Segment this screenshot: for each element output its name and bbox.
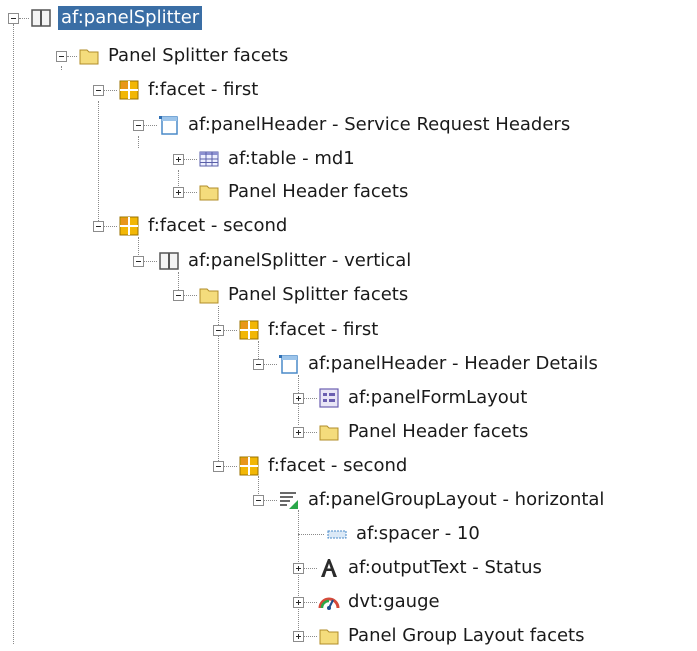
folder-icon <box>198 284 220 306</box>
expand-toggle[interactable] <box>293 393 304 404</box>
node-label: af:outputText - Status <box>348 557 542 578</box>
tree-connector <box>104 90 117 91</box>
tree-connector <box>67 56 77 57</box>
node-label: af:spacer - 10 <box>356 523 480 544</box>
collapse-toggle[interactable] <box>93 221 104 232</box>
tree-node[interactable]: f:facet - second <box>118 212 289 240</box>
tree-node[interactable]: Panel Splitter facets <box>198 281 410 309</box>
tree-node[interactable]: af:panelHeader - Header Details <box>278 350 600 378</box>
tree-connector <box>184 295 197 296</box>
tree-node[interactable]: Panel Header facets <box>318 418 530 446</box>
node-label: af:panelGroupLayout - horizontal <box>308 489 605 510</box>
node-label: f:facet - second <box>268 455 408 476</box>
facet-icon <box>238 319 260 341</box>
collapse-toggle[interactable] <box>93 85 104 96</box>
node-label: Panel Group Layout facets <box>348 625 585 646</box>
tree-connector <box>19 18 29 19</box>
tree-connector <box>144 261 157 262</box>
expand-toggle[interactable] <box>293 597 304 608</box>
expand-toggle[interactable] <box>293 427 304 438</box>
node-label: af:panelFormLayout <box>348 387 528 408</box>
tree-node[interactable]: f:facet - first <box>238 316 380 344</box>
collapse-toggle[interactable] <box>213 325 224 336</box>
folder-icon <box>198 181 220 203</box>
tree-node[interactable]: af:table - md1 <box>198 145 357 173</box>
tree-node[interactable]: Panel Header facets <box>198 178 410 206</box>
collapse-toggle[interactable] <box>253 495 264 506</box>
tree-node[interactable]: Panel Group Layout facets <box>318 622 587 650</box>
tree-node[interactable]: af:panelGroupLayout - horizontal <box>278 486 606 514</box>
tree-connector <box>264 500 277 501</box>
expand-toggle[interactable] <box>293 563 304 574</box>
gauge-icon <box>318 591 340 613</box>
node-label: f:facet - second <box>148 215 288 236</box>
tree-node[interactable]: Panel Splitter facets <box>78 42 290 70</box>
expand-toggle[interactable] <box>173 154 184 165</box>
panel-header-icon <box>158 114 180 136</box>
node-label: af:table - md1 <box>228 148 355 169</box>
tree-node[interactable]: dvt:gauge <box>318 588 442 616</box>
expand-toggle[interactable] <box>173 187 184 198</box>
collapse-toggle[interactable] <box>253 359 264 370</box>
expand-toggle[interactable] <box>293 631 304 642</box>
collapse-toggle[interactable] <box>173 290 184 301</box>
collapse-toggle[interactable] <box>8 13 19 24</box>
facet-icon <box>118 79 140 101</box>
tree-connector <box>224 466 237 467</box>
tree-connector <box>264 364 277 365</box>
node-label: af:panelHeader - Service Request Headers <box>188 114 571 135</box>
node-label: Panel Header facets <box>228 181 409 202</box>
node-label: Panel Header facets <box>348 421 529 442</box>
node-label: f:facet - first <box>268 319 379 340</box>
tree-node[interactable]: af:spacer - 10 <box>326 520 482 548</box>
folder-icon <box>318 421 340 443</box>
tree-connector <box>304 568 317 569</box>
output-text-icon <box>318 557 340 579</box>
tree-connector <box>61 66 62 70</box>
facet-icon <box>238 455 260 477</box>
form-layout-icon <box>318 387 340 409</box>
folder-icon <box>318 625 340 647</box>
component-tree: af:panelSplitter Panel Splitter facets f… <box>0 0 697 651</box>
panel-splitter-icon <box>158 250 180 272</box>
tree-connector <box>104 226 117 227</box>
tree-node[interactable]: af:panelSplitter - vertical <box>158 247 413 275</box>
collapse-toggle[interactable] <box>133 256 144 267</box>
tree-connector <box>298 534 324 535</box>
tree-node-root[interactable]: af:panelSplitter <box>30 4 203 32</box>
table-icon <box>198 148 220 170</box>
tree-node[interactable]: af:panelHeader - Service Request Headers <box>158 111 572 139</box>
tree-connector <box>184 192 197 193</box>
tree-node[interactable]: f:facet - second <box>238 452 409 480</box>
node-label: Panel Splitter facets <box>228 284 409 305</box>
spacer-icon <box>326 523 348 545</box>
tree-connector <box>304 602 317 603</box>
facet-icon <box>118 215 140 237</box>
tree-connector <box>144 125 157 126</box>
node-label: af:panelSplitter - vertical <box>188 250 412 271</box>
tree-node[interactable]: af:outputText - Status <box>318 554 544 582</box>
collapse-toggle[interactable] <box>133 120 144 131</box>
tree-connector <box>304 636 317 637</box>
node-label: af:panelSplitter <box>58 6 203 30</box>
tree-connector <box>184 159 197 160</box>
tree-connector <box>224 330 237 331</box>
folder-icon <box>78 45 100 67</box>
tree-connector <box>304 432 317 433</box>
group-layout-icon <box>278 489 300 511</box>
collapse-toggle[interactable] <box>56 51 67 62</box>
tree-connector <box>13 24 14 644</box>
tree-node[interactable]: f:facet - first <box>118 76 260 104</box>
tree-node[interactable]: af:panelFormLayout <box>318 384 529 412</box>
tree-connector <box>98 101 99 221</box>
panel-header-icon <box>278 353 300 375</box>
node-label: dvt:gauge <box>348 591 440 612</box>
tree-connector <box>304 398 317 399</box>
collapse-toggle[interactable] <box>213 461 224 472</box>
node-label: Panel Splitter facets <box>108 45 289 66</box>
node-label: af:panelHeader - Header Details <box>308 353 598 374</box>
tree-connector <box>138 136 139 148</box>
panel-splitter-icon <box>30 7 52 29</box>
node-label: f:facet - first <box>148 79 259 100</box>
